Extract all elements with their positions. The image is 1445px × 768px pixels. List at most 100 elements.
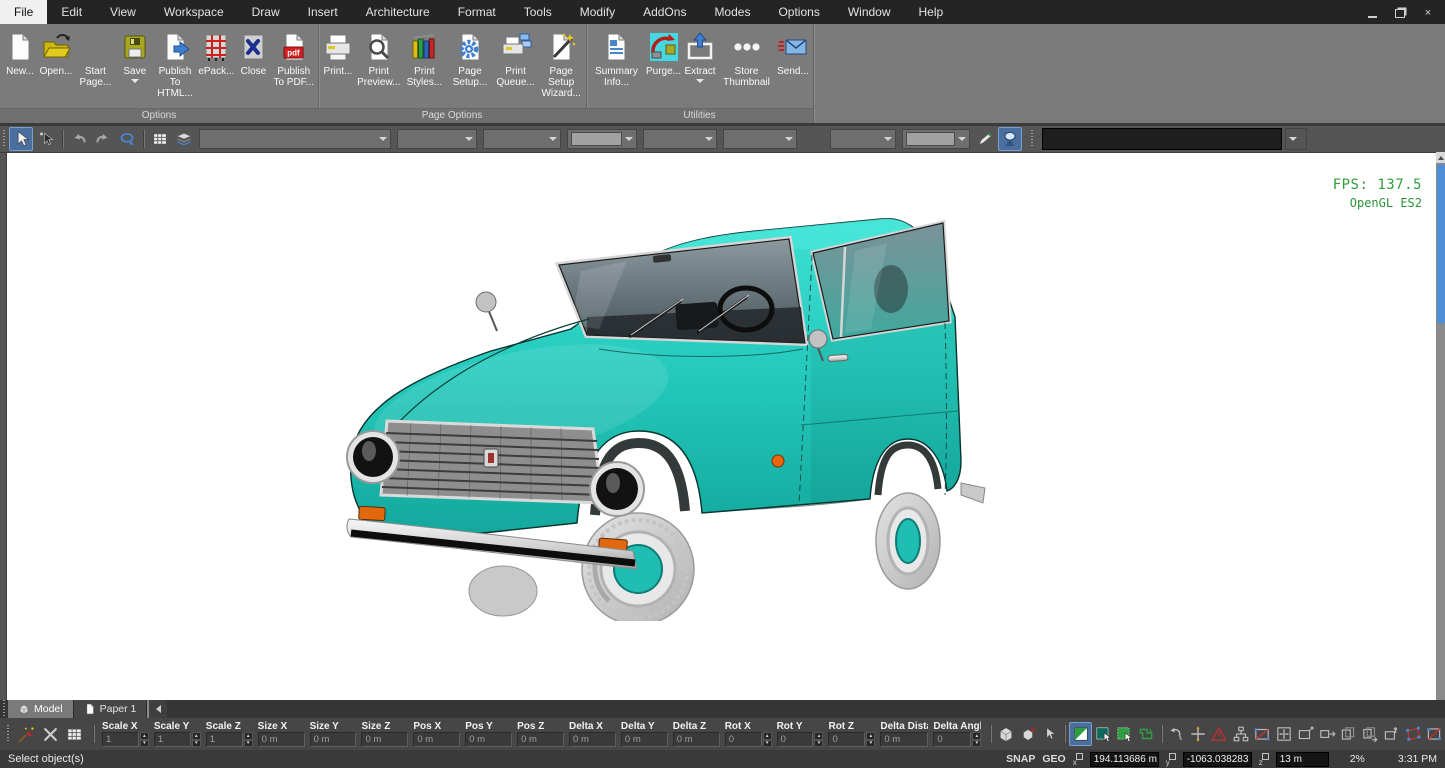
lasso-select-icon[interactable] xyxy=(116,128,138,150)
tab-scroll-left-button[interactable] xyxy=(147,700,167,718)
menu-edit[interactable]: Edit xyxy=(47,0,96,24)
ribbon-item-save[interactable]: Save xyxy=(117,29,153,84)
menu-modes[interactable]: Modes xyxy=(700,0,764,24)
close-icon[interactable]: × xyxy=(1421,6,1435,18)
ribbon-item-new[interactable]: New... xyxy=(2,29,38,78)
delta-x-input[interactable]: 0 m xyxy=(569,732,616,747)
tab-paper-1[interactable]: Paper 1 xyxy=(74,700,148,718)
layer-combo[interactable] xyxy=(397,129,477,149)
pos-z-input[interactable]: 0 m xyxy=(517,732,564,747)
selection-mode-crossing-icon[interactable] xyxy=(1135,723,1156,745)
no-frame-icon[interactable] xyxy=(1252,723,1273,745)
chevron-down-icon[interactable] xyxy=(546,130,560,148)
selection-mode-fill-icon[interactable] xyxy=(1069,722,1092,746)
coord-y-input[interactable]: -1063.038283 xyxy=(1183,752,1252,767)
toolbar-grip[interactable] xyxy=(1031,130,1033,148)
chevron-down-icon[interactable] xyxy=(1286,129,1300,149)
scale-x-input[interactable]: 1 xyxy=(102,732,139,747)
rot-y-input[interactable]: 0 xyxy=(777,732,814,747)
tab-model[interactable]: Model xyxy=(8,700,74,718)
grid-resize-icon[interactable] xyxy=(1273,723,1294,745)
car-model[interactable] xyxy=(331,189,991,621)
menu-architecture[interactable]: Architecture xyxy=(352,0,444,24)
ribbon-item-epack[interactable]: ePack... xyxy=(197,29,235,78)
undo-icon[interactable] xyxy=(68,128,90,150)
snap-toggle[interactable]: SNAP xyxy=(1006,753,1035,765)
redo-icon[interactable] xyxy=(92,128,114,150)
ribbon-item-print[interactable]: Print... xyxy=(320,29,356,78)
ribbon-item-print-preview[interactable]: Print Preview... xyxy=(356,29,402,89)
revert-cursor-icon[interactable] xyxy=(1166,723,1187,745)
select-cursor-icon[interactable] xyxy=(9,127,33,151)
model-viewport[interactable]: FPS: 137.5 OpenGL ES2 xyxy=(6,152,1437,702)
rot-z-stepper[interactable]: ▴▾ xyxy=(866,732,875,747)
delta-angle-stepper[interactable]: ▴▾ xyxy=(972,732,981,747)
menu-options[interactable]: Options xyxy=(764,0,833,24)
toolbar-grip[interactable] xyxy=(3,130,5,148)
material-combo[interactable] xyxy=(830,129,896,149)
z-axis-lock-icon[interactable]: z xyxy=(1259,753,1269,766)
size-z-input[interactable]: 0 m xyxy=(361,732,408,747)
layers-icon[interactable] xyxy=(173,128,195,150)
chevron-down-icon[interactable] xyxy=(376,130,390,148)
selection-mode-cursor-icon[interactable] xyxy=(1092,723,1113,745)
rot-x-stepper[interactable]: ▴▾ xyxy=(763,732,772,747)
linetype-combo[interactable] xyxy=(483,129,561,149)
scale-y-input[interactable]: 1 xyxy=(154,732,191,747)
menu-insert[interactable]: Insert xyxy=(294,0,352,24)
delta-distance-input[interactable]: 0 m xyxy=(880,732,928,747)
sheets-forward-icon[interactable] xyxy=(1359,723,1380,745)
ribbon-item-open[interactable]: Open... xyxy=(38,29,74,78)
copy-sheets-icon[interactable] xyxy=(1338,723,1359,745)
y-axis-lock-icon[interactable]: y xyxy=(1166,753,1176,766)
chevron-down-icon[interactable] xyxy=(702,130,716,148)
scale-y-stepper[interactable]: ▴▾ xyxy=(192,732,201,747)
delta-z-input[interactable]: 0 m xyxy=(673,732,720,747)
color-combo[interactable] xyxy=(567,129,637,149)
ribbon-item-purge[interactable]: Purge... xyxy=(645,29,682,78)
hierarchy-icon[interactable] xyxy=(1230,723,1251,745)
minimize-icon[interactable] xyxy=(1365,6,1379,18)
selection-mode-window-icon[interactable] xyxy=(1114,723,1135,745)
chevron-down-icon[interactable] xyxy=(462,130,476,148)
ribbon-item-send[interactable]: Send... xyxy=(775,29,811,78)
ribbon-item-publish-pdf[interactable]: Publish To PDF... xyxy=(271,29,316,89)
rot-x-input[interactable]: 0 xyxy=(725,732,762,747)
menu-modify[interactable]: Modify xyxy=(566,0,629,24)
menu-window[interactable]: Window xyxy=(834,0,905,24)
magic-edit-icon[interactable] xyxy=(17,725,36,744)
pen-style-icon[interactable] xyxy=(974,128,996,150)
menu-tools[interactable]: Tools xyxy=(510,0,566,24)
chevron-down-icon[interactable] xyxy=(881,130,895,148)
clear-selection-icon[interactable] xyxy=(41,725,60,744)
geo-toggle[interactable]: GEO xyxy=(1042,753,1065,765)
x-axis-lock-icon[interactable]: x xyxy=(1073,753,1083,766)
print-style-combo[interactable] xyxy=(723,129,797,149)
red-frame-icon[interactable] xyxy=(1402,723,1423,745)
menu-format[interactable]: Format xyxy=(444,0,510,24)
rot-z-input[interactable]: 0 xyxy=(828,732,865,747)
node-select-icon[interactable] xyxy=(35,128,57,150)
ribbon-item-page-setup[interactable]: Page Setup... xyxy=(447,29,493,89)
ribbon-item-start-page[interactable]: Start Page... xyxy=(74,29,117,89)
ribbon-item-print-queue[interactable]: Print Queue... xyxy=(493,29,539,89)
viewport-scrollbar[interactable] xyxy=(1436,152,1445,700)
menu-help[interactable]: Help xyxy=(905,0,958,24)
pos-x-input[interactable]: 0 m xyxy=(413,732,460,747)
ribbon-item-summary-info[interactable]: Summary Info... xyxy=(588,29,645,89)
degenerate-warning-icon[interactable] xyxy=(1209,723,1230,745)
delta-y-input[interactable]: 0 m xyxy=(621,732,668,747)
scale-x-stepper[interactable]: ▴▾ xyxy=(140,732,149,747)
rot-y-stepper[interactable]: ▴▾ xyxy=(814,732,823,747)
tabbar-grip[interactable] xyxy=(3,700,5,718)
command-dropdown[interactable] xyxy=(1285,128,1307,150)
ribbon-item-extract[interactable]: Extract xyxy=(682,29,718,84)
size-y-input[interactable]: 0 m xyxy=(310,732,357,747)
scrollbar-thumb[interactable] xyxy=(1437,164,1445,324)
pin-box-icon[interactable] xyxy=(1381,723,1402,745)
lineweight-combo[interactable] xyxy=(643,129,717,149)
menu-workspace[interactable]: Workspace xyxy=(150,0,238,24)
restore-icon[interactable] xyxy=(1393,6,1407,18)
coord-z-input[interactable]: 13 m xyxy=(1276,752,1329,767)
ribbon-item-publish-html[interactable]: Publish To HTML... xyxy=(153,29,198,100)
